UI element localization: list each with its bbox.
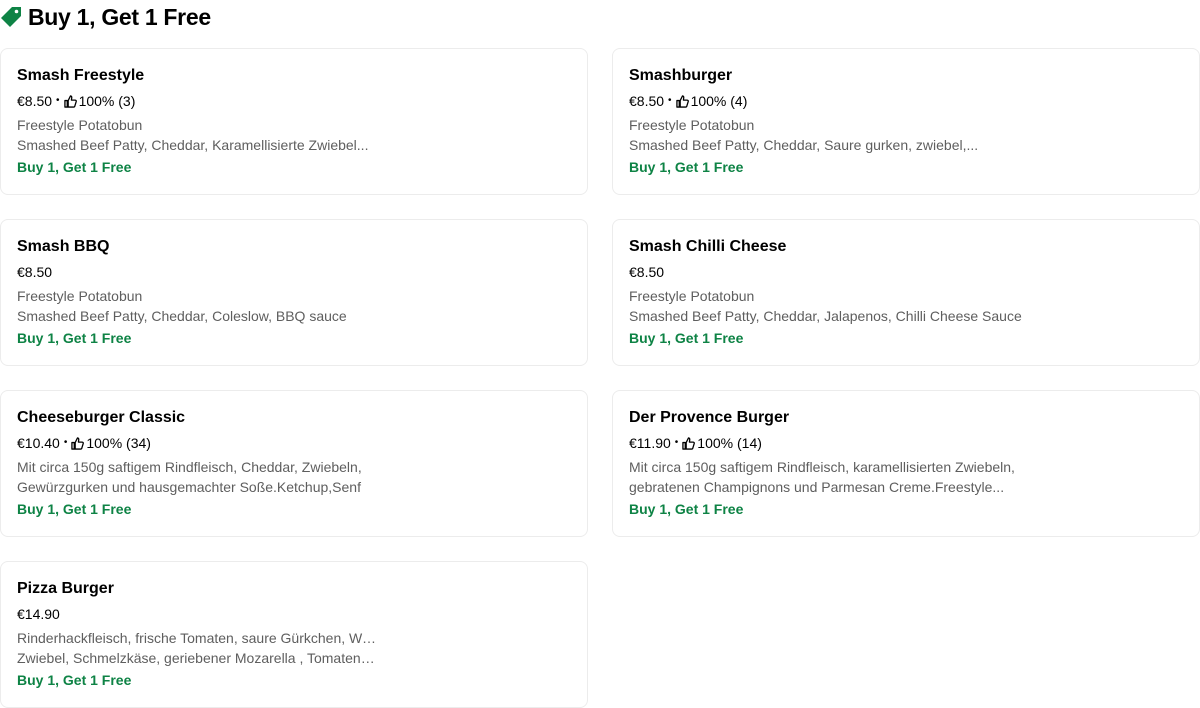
menu-item-card[interactable]: Smash Freestyle €8.50 • 100% (3) Freesty… [0,48,588,195]
thumbs-up-icon [71,436,85,450]
separator-dot: • [56,95,60,106]
item-name: Cheeseburger Classic [17,409,186,426]
menu-item-card[interactable]: Smash BBQ €8.50 Freestyle Potatobun Smas… [0,219,588,366]
menu-item-card[interactable]: Cheeseburger Classic €10.40 • 100% (34) … [0,390,588,537]
item-review-count: (14) [737,435,762,451]
promo-label: Buy 1, Get 1 Free [17,330,132,346]
item-price: €14.90 [17,606,60,622]
item-description: Freestyle Potatobun Smashed Beef Patty, … [17,286,572,326]
item-description: Freestyle Potatobun Smashed Beef Patty, … [629,115,1184,155]
menu-items-grid: Smash Freestyle €8.50 • 100% (3) Freesty… [0,48,1200,708]
description-line: Smashed Beef Patty, Cheddar, Jalapenos, … [629,308,1022,324]
item-price: €8.50 [629,93,665,109]
item-name: Smash BBQ [17,238,110,255]
item-price: €11.90 [629,435,671,451]
item-name: Smashburger [629,67,733,84]
thumbs-up-icon [675,94,689,108]
item-description: Freestyle Potatobun Smashed Beef Patty, … [17,115,572,155]
description-line: Freestyle Potatobun [629,288,755,304]
item-meta: €8.50 [17,262,572,282]
thumbs-up-icon [682,436,696,450]
promo-label: Buy 1, Get 1 Free [629,159,744,175]
description-line: Freestyle Potatobun [629,117,755,133]
separator-dot: • [674,437,679,448]
item-name: Smash Freestyle [17,67,145,84]
description-line: gebratenen Champignons und Parmesan Crem… [629,479,1005,495]
thumbs-up-icon [63,94,77,108]
description-line: Gewürzgurken und hausgemachter Soße.Ketc… [17,479,361,495]
section-header: Buy 1, Get 1 Free [0,0,211,34]
description-line: Smashed Beef Patty, Cheddar, Saure gurke… [629,137,979,153]
item-description: Freestyle Potatobun Smashed Beef Patty, … [629,286,1184,326]
item-meta: €8.50 [629,262,1184,282]
promo-label: Buy 1, Get 1 Free [17,159,132,175]
item-price: €8.50 [17,93,53,109]
item-description: Rinderhackfleisch, frische Tomaten, saur… [17,628,572,668]
description-line: Mit circa 150g saftigem Rindfleisch, kar… [629,459,1015,475]
promo-label: Buy 1, Get 1 Free [17,501,132,517]
item-price: €8.50 [629,264,665,280]
menu-item-card[interactable]: Smashburger €8.50 • 100% (4) Freestyle P… [612,48,1200,195]
menu-item-card[interactable]: Pizza Burger €14.90 Rinderhackfleisch, f… [0,561,588,708]
item-review-count: (4) [730,93,748,109]
description-line: Smashed Beef Patty, Cheddar, Karamellisi… [17,137,369,153]
item-rating: 100% [690,93,727,109]
description-line: Smashed Beef Patty, Cheddar, Coleslow, B… [17,308,347,324]
description-line: Freestyle Potatobun [17,288,143,304]
item-name: Pizza Burger [17,580,114,597]
separator-dot: • [63,437,68,448]
item-price: €10.40 [17,435,60,451]
description-line: Freestyle Potatobun [17,117,143,133]
description-line: Mit circa 150g saftigem Rindfleisch, Che… [17,459,362,475]
promo-label: Buy 1, Get 1 Free [17,672,132,688]
item-name: Smash Chilli Cheese [629,238,787,255]
description-line: Zwiebel, Schmelzkäse, geriebener Mozarel… [17,650,377,666]
item-meta: €14.90 [17,604,572,624]
item-rating: 100% [697,435,734,451]
promo-label: Buy 1, Get 1 Free [629,330,744,346]
item-description: Mit circa 150g saftigem Rindfleisch, Che… [17,457,572,497]
description-line: Rinderhackfleisch, frische Tomaten, saur… [17,630,377,646]
item-meta: €10.40 • 100% (34) [17,433,572,453]
item-name: Der Provence Burger [629,409,790,426]
item-meta: €11.90 • 100% (14) [629,433,1184,453]
item-meta: €8.50 • 100% (4) [629,91,1184,111]
item-rating: 100% [86,435,123,451]
promo-label: Buy 1, Get 1 Free [629,501,744,517]
price-tag-icon [1,7,21,27]
item-price: €8.50 [17,264,53,280]
separator-dot: • [668,95,672,106]
item-review-count: (3) [118,93,136,109]
menu-item-card[interactable]: Smash Chilli Cheese €8.50 Freestyle Pota… [612,219,1200,366]
section-title: Buy 1, Get 1 Free [28,3,211,30]
item-review-count: (34) [126,435,151,451]
item-description: Mit circa 150g saftigem Rindfleisch, kar… [629,457,1184,497]
item-rating: 100% [78,93,115,109]
item-meta: €8.50 • 100% (3) [17,91,572,111]
menu-item-card[interactable]: Der Provence Burger €11.90 • 100% (14) M… [612,390,1200,537]
